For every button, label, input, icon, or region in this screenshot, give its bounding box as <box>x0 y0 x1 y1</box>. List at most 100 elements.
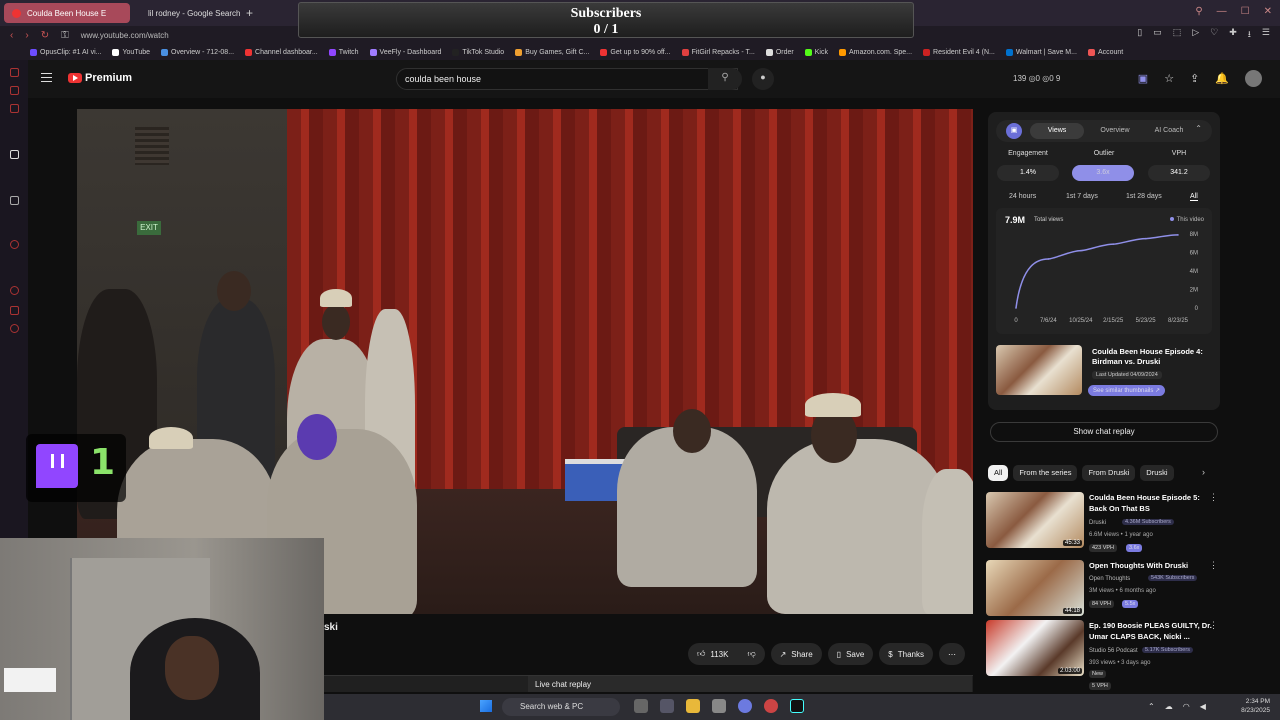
bookmark-item[interactable]: VeeFly - Dashboard <box>369 48 441 56</box>
chip-from-the-series[interactable]: From the series <box>1013 465 1078 481</box>
bookmark-item[interactable]: Kick <box>804 48 828 56</box>
cloud-icon[interactable]: ☁ <box>1165 702 1173 711</box>
cast-icon[interactable]: ▭ <box>1153 27 1162 43</box>
back-icon[interactable]: ‹ <box>10 30 13 41</box>
forward-icon[interactable]: › <box>25 30 28 41</box>
search-tabs-icon[interactable]: ⚲ <box>1195 6 1202 17</box>
bookmark-item[interactable]: Amazon.com. Spe... <box>838 48 912 56</box>
range-24-hours[interactable]: 24 hours <box>1009 193 1036 200</box>
rec-title[interactable]: Coulda Been House Episode 5: Back On Tha… <box>1089 492 1213 514</box>
sidebar-history-icon[interactable] <box>10 286 19 295</box>
tiktok-icon[interactable] <box>790 699 804 713</box>
collapse-chevron-icon[interactable]: ⌃ <box>1195 124 1202 133</box>
save-button[interactable]: ▯ Save <box>827 643 874 665</box>
reload-icon[interactable]: ↻ <box>41 30 49 41</box>
rec-channel[interactable]: Druski <box>1089 520 1106 526</box>
screenshot-icon[interactable]: ⬚ <box>1173 27 1182 43</box>
download-icon[interactable]: ⭳ <box>1248 27 1251 43</box>
chips-next-icon[interactable]: › <box>1202 467 1205 477</box>
task-view-icon[interactable] <box>634 699 648 713</box>
volume-icon[interactable]: ◀ <box>1200 702 1206 711</box>
tab-coulda-been-house[interactable]: Coulda Been House E <box>4 3 130 23</box>
sidebar-add-icon[interactable] <box>10 240 19 249</box>
bookmark-item[interactable]: Walmart | Save M... <box>1005 48 1077 56</box>
voice-search-button[interactable]: ● <box>752 68 774 90</box>
notepad-icon[interactable] <box>712 699 726 713</box>
widgets-icon[interactable] <box>660 699 674 713</box>
rec-channel[interactable]: Studio 56 Podcast <box>1089 648 1138 654</box>
bookmark-item[interactable]: Buy Games, Gift C... <box>515 48 589 56</box>
rec-title[interactable]: Open Thoughts With Druski <box>1089 560 1213 571</box>
bookmark-item[interactable]: TikTok Studio <box>452 48 504 56</box>
range-first-7-days[interactable]: 1st 7 days <box>1066 193 1098 200</box>
new-tab-button[interactable]: + <box>246 6 253 20</box>
menu-icon[interactable]: ☰ <box>1262 27 1270 43</box>
featured-title[interactable]: Coulda Been House Episode 4: Birdman vs.… <box>1092 347 1222 367</box>
discord-icon[interactable] <box>738 699 752 713</box>
sidebar-home-icon[interactable] <box>10 68 19 77</box>
avatar[interactable] <box>1245 70 1262 87</box>
rec-thumbnail[interactable]: 45:33 <box>986 492 1084 548</box>
tray-chevron-icon[interactable]: ⌃ <box>1148 702 1155 711</box>
create-upload-icon[interactable]: ⇪ <box>1190 72 1199 85</box>
sidebar-downloads-icon[interactable] <box>10 306 19 315</box>
bookmark-item[interactable]: YouTube <box>112 48 150 56</box>
bookmark-item[interactable]: Overview - 712-08... <box>161 48 234 56</box>
live-chat-replay[interactable]: Live chat replay <box>528 676 972 692</box>
minimize-icon[interactable]: — <box>1217 6 1227 17</box>
taskbar-search[interactable]: Search web & PC <box>502 698 620 716</box>
youtube-premium-logo[interactable]: Premium <box>68 72 132 84</box>
rec-channel[interactable]: Open Thoughts <box>1089 576 1130 582</box>
sidebar-settings-icon[interactable] <box>10 324 19 333</box>
windows-start-icon[interactable] <box>480 700 492 712</box>
browser-icon[interactable] <box>764 699 778 713</box>
bookmark-icon[interactable]: ▯ <box>1137 27 1142 43</box>
sidebar-music-icon[interactable] <box>10 104 19 113</box>
search-button[interactable]: ⚲ <box>708 68 742 90</box>
bookmark-item[interactable]: Account <box>1087 48 1123 56</box>
recommendation-item[interactable]: 44:18 Open Thoughts With Druski Open Tho… <box>986 560 1226 620</box>
sidebar-tool-icon[interactable] <box>10 150 19 159</box>
sidebar-shield-icon[interactable] <box>10 86 19 95</box>
search-input[interactable]: coulda been house ✕ <box>396 68 738 90</box>
bookmark-item[interactable]: Twitch <box>328 48 359 56</box>
file-explorer-icon[interactable] <box>686 699 700 713</box>
rec-title[interactable]: Ep. 190 Boosie PLEAS GUILTY, Dr. Umar CL… <box>1089 620 1213 642</box>
bookmark-item[interactable]: Get up to 90% off... <box>600 48 671 56</box>
tab-views[interactable]: Views <box>1030 123 1084 139</box>
rec-more-icon[interactable]: ⋮ <box>1209 560 1218 571</box>
play-icon[interactable]: ▷ <box>1192 27 1199 43</box>
range-first-28-days[interactable]: 1st 28 days <box>1126 193 1162 200</box>
rec-more-icon[interactable]: ⋮ <box>1209 492 1218 503</box>
thanks-button[interactable]: $ Thanks <box>879 643 933 665</box>
recommendation-item[interactable]: 2:03:00 Ep. 190 Boosie PLEAS GUILTY, Dr.… <box>986 620 1226 690</box>
clock[interactable]: 2:34 PM 8/23/2025 <box>1241 697 1270 715</box>
bookmark-item[interactable]: Resident Evil 4 (N... <box>923 48 995 56</box>
chip-from-druski[interactable]: From Druski <box>1082 465 1136 481</box>
sidebar-ext-icon[interactable] <box>10 196 19 205</box>
chip-druski[interactable]: Druski <box>1140 465 1174 481</box>
see-similar-thumbnails-button[interactable]: See similar thumbnails ↗ <box>1088 385 1166 396</box>
tab-ai-coach[interactable]: AI Coach <box>1144 123 1194 139</box>
share-button[interactable]: ↗ Share <box>770 643 822 665</box>
maximize-icon[interactable]: ☐ <box>1241 6 1250 17</box>
url-field[interactable]: www.youtube.com/watch <box>81 31 169 40</box>
rec-thumbnail[interactable]: 2:03:00 <box>986 620 1084 676</box>
recommendation-item[interactable]: 45:33 Coulda Been House Episode 5: Back … <box>986 492 1226 552</box>
heart-icon[interactable]: ♡ <box>1210 27 1218 43</box>
bookmark-item[interactable]: FitGirl Repacks - T... <box>681 48 755 56</box>
bookmark-item[interactable]: Order <box>765 48 794 56</box>
bookmark-item[interactable]: OpusClip: #1 AI vi... <box>30 48 101 56</box>
more-actions-button[interactable]: ⋯ <box>938 643 965 665</box>
hamburger-menu-icon[interactable] <box>41 73 52 82</box>
thumbs-down-icon[interactable]: 👎︎ <box>747 649 755 659</box>
rec-more-icon[interactable]: ⋮ <box>1209 620 1218 631</box>
featured-thumbnail[interactable] <box>996 345 1082 395</box>
tab-google-search[interactable]: lil rodney - Google Search <box>134 3 242 23</box>
chip-all[interactable]: All <box>988 465 1009 481</box>
rec-thumbnail[interactable]: 44:18 <box>986 560 1084 616</box>
extension-icon[interactable]: ▣ <box>1138 72 1148 85</box>
badge-icon[interactable]: ☆ <box>1164 72 1174 85</box>
featured-video-card[interactable]: Coulda Been House Episode 4: Birdman vs.… <box>996 345 1212 399</box>
bookmark-item[interactable]: Channel dashboar... <box>245 48 318 56</box>
